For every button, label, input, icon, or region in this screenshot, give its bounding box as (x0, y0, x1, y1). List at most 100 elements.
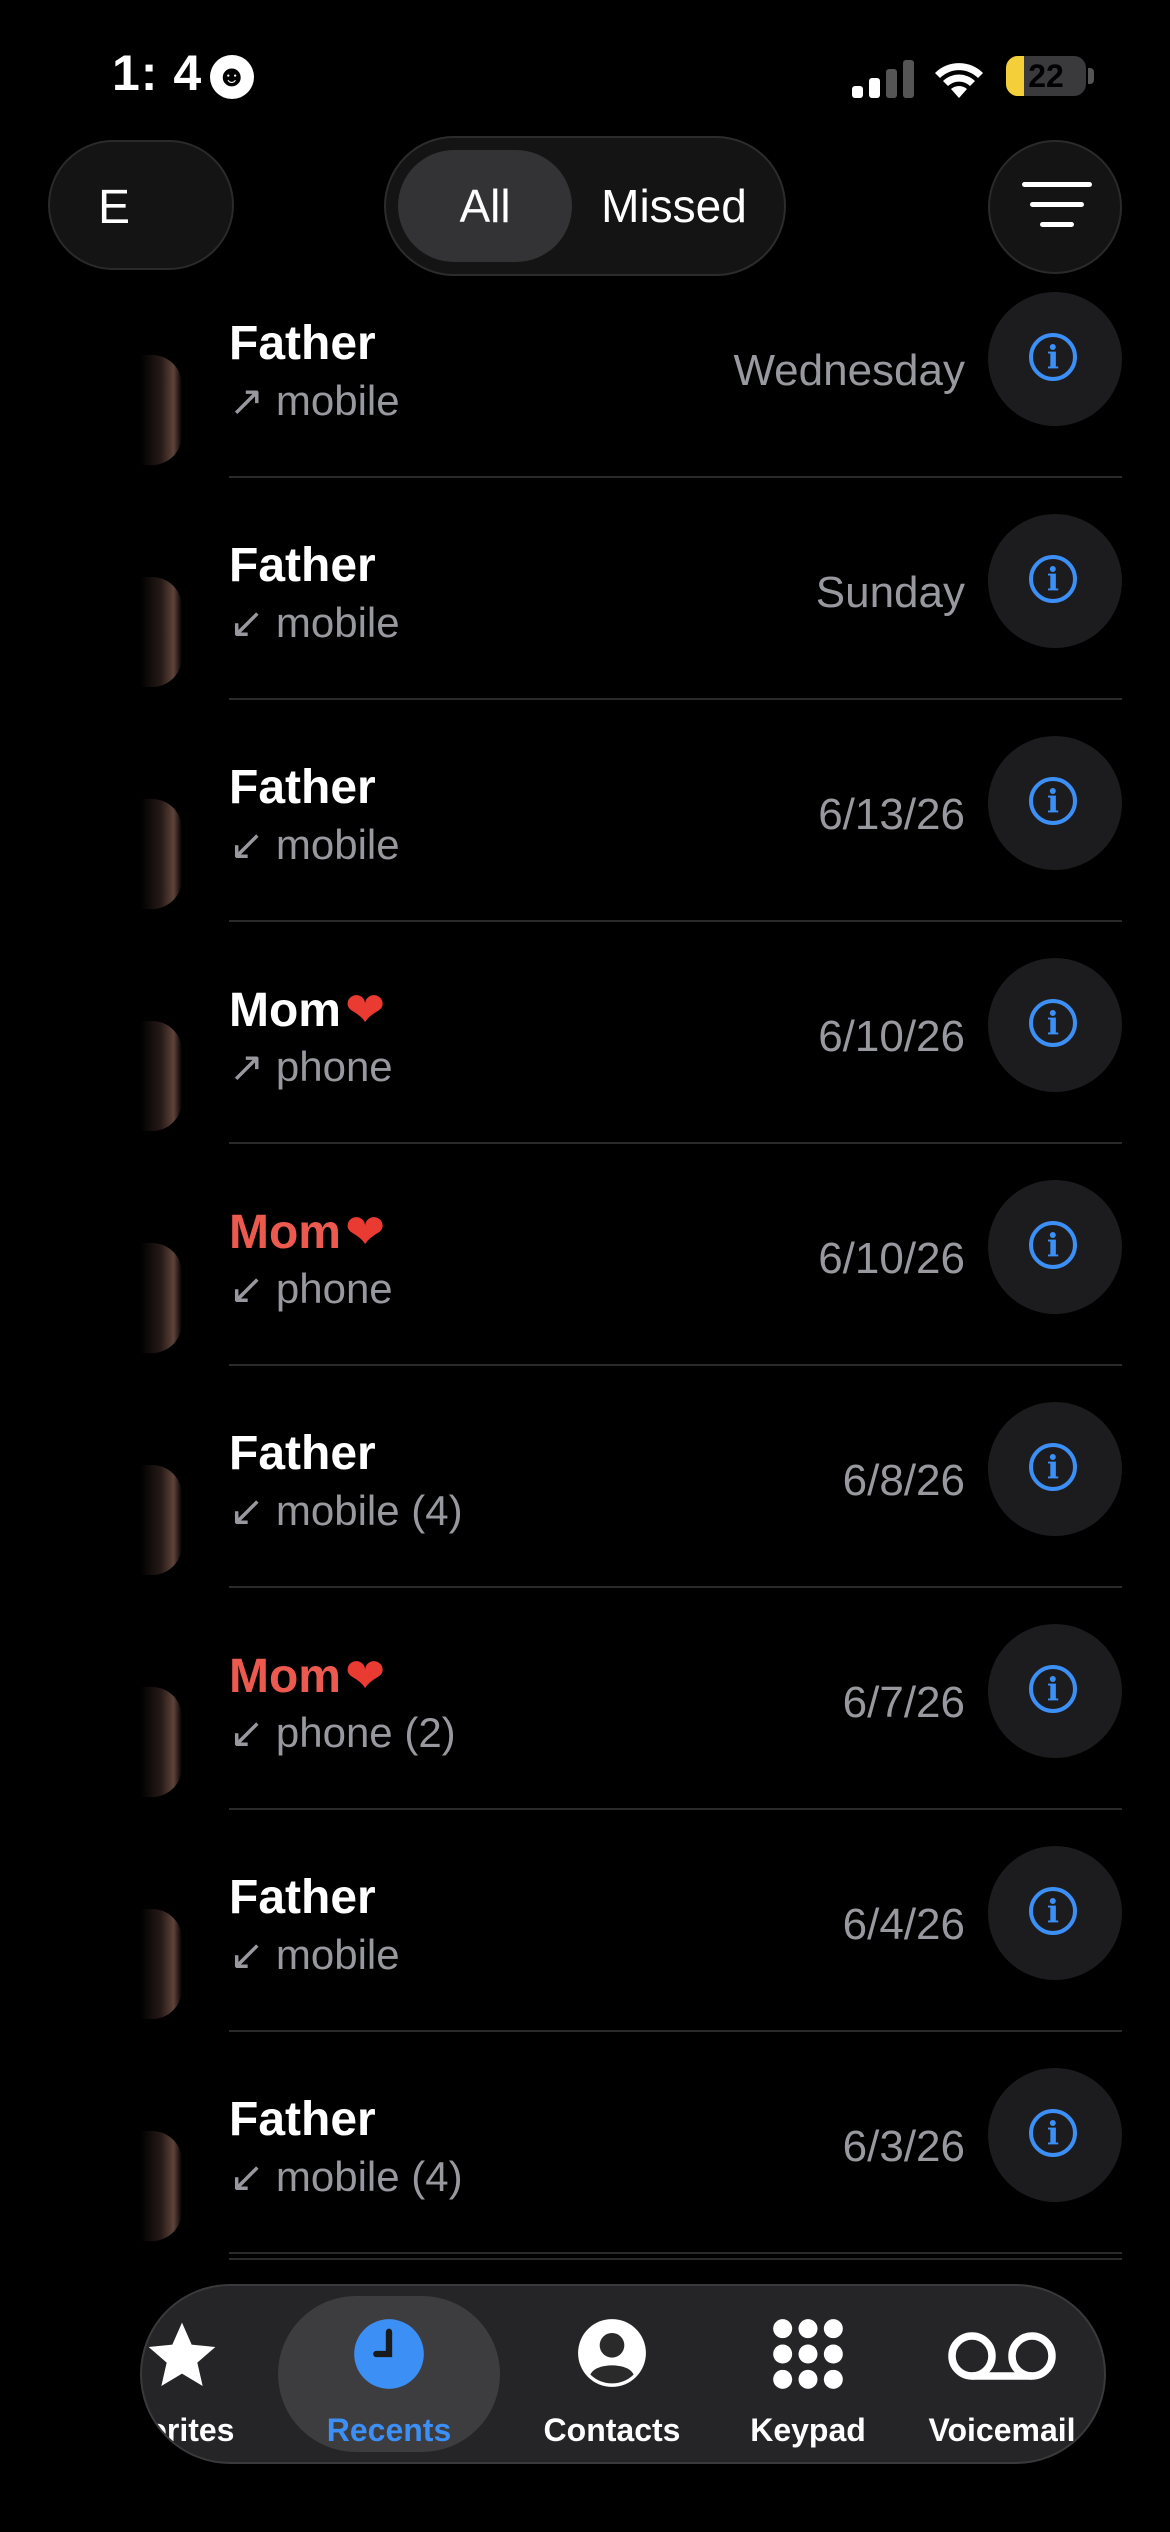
tab-bar: vorites Recents Contacts Keypad Voicemai… (140, 2284, 1106, 2464)
row-divider (229, 476, 1122, 478)
info-icon: i (1029, 333, 1077, 381)
info-icon: i (1029, 555, 1077, 603)
caller-name: Father (229, 538, 380, 593)
caller-name-text: Mom (229, 1206, 341, 1259)
caller-name: Mom❤ (229, 1204, 385, 1260)
caller-name-text: Mom (229, 1650, 341, 1703)
info-button[interactable]: i (988, 1180, 1122, 1314)
call-type-label: mobile (4) (275, 1487, 463, 1534)
caller-name-text: Mom (229, 984, 341, 1037)
call-direction-icon: ↗ (229, 1043, 265, 1090)
person-circle-icon (578, 2319, 646, 2387)
call-detail: ↙ mobile (4) (229, 2152, 463, 2201)
caller-name-text: Father (229, 1427, 376, 1480)
tab-recents-label: Recents (326, 2412, 452, 2448)
heart-emoji: ❤ (344, 1206, 386, 1259)
call-direction-icon: ↙ (229, 821, 265, 868)
info-button[interactable]: i (988, 958, 1122, 1092)
call-row[interactable]: Father ↙ mobile 6/4/26 i (0, 1846, 1170, 2076)
caller-name-text: Father (229, 1871, 376, 1924)
info-button[interactable]: i (988, 736, 1122, 870)
info-icon: i (1029, 777, 1077, 825)
caller-name: Mom❤ (229, 1648, 385, 1704)
caller-name: Father (229, 2092, 380, 2147)
keypad-icon (773, 2319, 843, 2389)
caller-name: Father (229, 1426, 380, 1481)
call-date: Sunday (815, 568, 965, 617)
call-row[interactable]: Mom❤ ↗ phone 6/10/26 i (0, 958, 1170, 1188)
info-button[interactable]: i (988, 514, 1122, 648)
edit-button[interactable]: E (48, 140, 234, 270)
filter-button[interactable] (988, 140, 1122, 274)
voicemail-icon (948, 2332, 1056, 2380)
call-date: Wednesday (733, 346, 965, 395)
info-button[interactable]: i (988, 1846, 1122, 1980)
call-row[interactable]: Father ↙ mobile (4) 6/8/26 i (0, 1402, 1170, 1632)
caller-name-text: Father (229, 2093, 376, 2146)
call-type-label: mobile (275, 599, 400, 646)
tab-voicemail[interactable]: Voicemail (902, 2286, 1102, 2462)
call-row[interactable]: Father ↙ mobile Sunday i (0, 514, 1170, 744)
info-icon: i (1029, 2109, 1077, 2157)
call-detail: ↗ mobile (229, 376, 400, 425)
avatar (140, 1687, 182, 1797)
call-type-label: phone (2) (275, 1709, 456, 1756)
avatar (140, 799, 182, 909)
row-divider (229, 2030, 1122, 2032)
row-divider (229, 2252, 1122, 2254)
call-detail: ↙ mobile (4) (229, 1486, 463, 1535)
info-button[interactable]: i (988, 1624, 1122, 1758)
avatar (140, 1909, 182, 2019)
row-divider (229, 1142, 1122, 1144)
tab-favorites[interactable]: vorites (142, 2286, 262, 2462)
call-type-label: mobile (275, 1931, 400, 1978)
status-time: 1: 4 ☻ (112, 44, 255, 102)
cellular-signal-icon (852, 60, 914, 98)
call-date: 6/3/26 (842, 2122, 965, 2171)
call-row[interactable]: Father ↙ mobile 6/13/26 i (0, 736, 1170, 966)
edit-label: E (98, 181, 131, 234)
info-button[interactable]: i (988, 1402, 1122, 1536)
battery-icon: 22 (1006, 56, 1086, 96)
call-row[interactable]: Father ↗ mobile Wednesday i (0, 292, 1170, 522)
call-detail: ↙ mobile (229, 1930, 400, 1979)
avatar (140, 2131, 182, 2241)
call-filter-segmented-control[interactable]: All Missed (384, 136, 786, 276)
info-icon: i (1029, 1887, 1077, 1935)
call-date: 6/8/26 (842, 1456, 965, 1505)
status-bar: 1: 4 ☻ 22 (0, 0, 1170, 150)
partial-row (229, 2258, 1122, 2260)
info-icon: i (1029, 999, 1077, 1047)
call-type-label: phone (275, 1043, 393, 1090)
tab-contacts[interactable]: Contacts (512, 2286, 712, 2462)
call-detail: ↙ phone (2) (229, 1708, 456, 1757)
call-date: 6/13/26 (818, 790, 965, 839)
segment-missed[interactable]: Missed (574, 150, 774, 262)
tab-recents[interactable]: Recents (278, 2286, 500, 2462)
time-label: 1: 4 (112, 45, 203, 101)
row-divider (229, 698, 1122, 700)
call-row[interactable]: Mom❤ ↙ phone (2) 6/7/26 i (0, 1624, 1170, 1854)
call-date: 6/10/26 (818, 1012, 965, 1061)
caller-name: Father (229, 316, 380, 371)
call-direction-icon: ↙ (229, 1487, 265, 1534)
call-row[interactable]: Father ↙ mobile (4) 6/3/26 i (0, 2068, 1170, 2298)
avatar (140, 355, 182, 465)
info-button[interactable]: i (988, 2068, 1122, 2202)
tab-keypad[interactable]: Keypad (718, 2286, 898, 2462)
battery-percent: 22 (1028, 58, 1064, 94)
call-detail: ↙ mobile (229, 598, 400, 647)
call-date: 6/7/26 (842, 1678, 965, 1727)
info-button[interactable]: i (988, 292, 1122, 426)
segment-all[interactable]: All (398, 150, 572, 262)
row-divider (229, 1586, 1122, 1588)
avatar (140, 1243, 182, 1353)
call-detail: ↙ phone (229, 1264, 393, 1313)
caller-name-text: Father (229, 539, 376, 592)
heart-emoji: ❤ (344, 984, 386, 1037)
call-type-label: mobile (275, 377, 400, 424)
info-icon: i (1029, 1221, 1077, 1269)
caller-name-text: Father (229, 761, 376, 814)
call-direction-icon: ↙ (229, 1709, 265, 1756)
call-row[interactable]: Mom❤ ↙ phone 6/10/26 i (0, 1180, 1170, 1410)
